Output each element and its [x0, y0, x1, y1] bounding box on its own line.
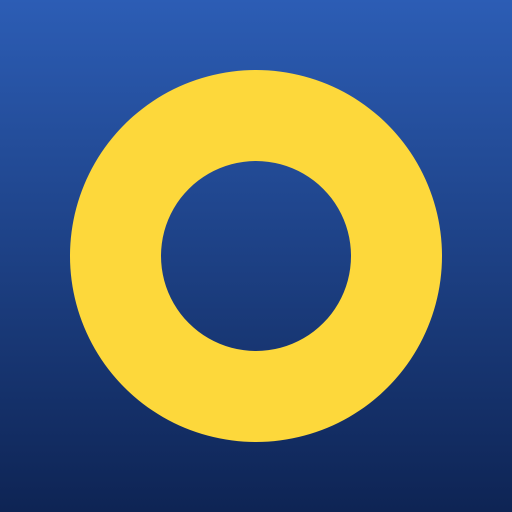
ring-icon-graphic: [0, 0, 512, 512]
app-icon-tile: [0, 0, 512, 512]
